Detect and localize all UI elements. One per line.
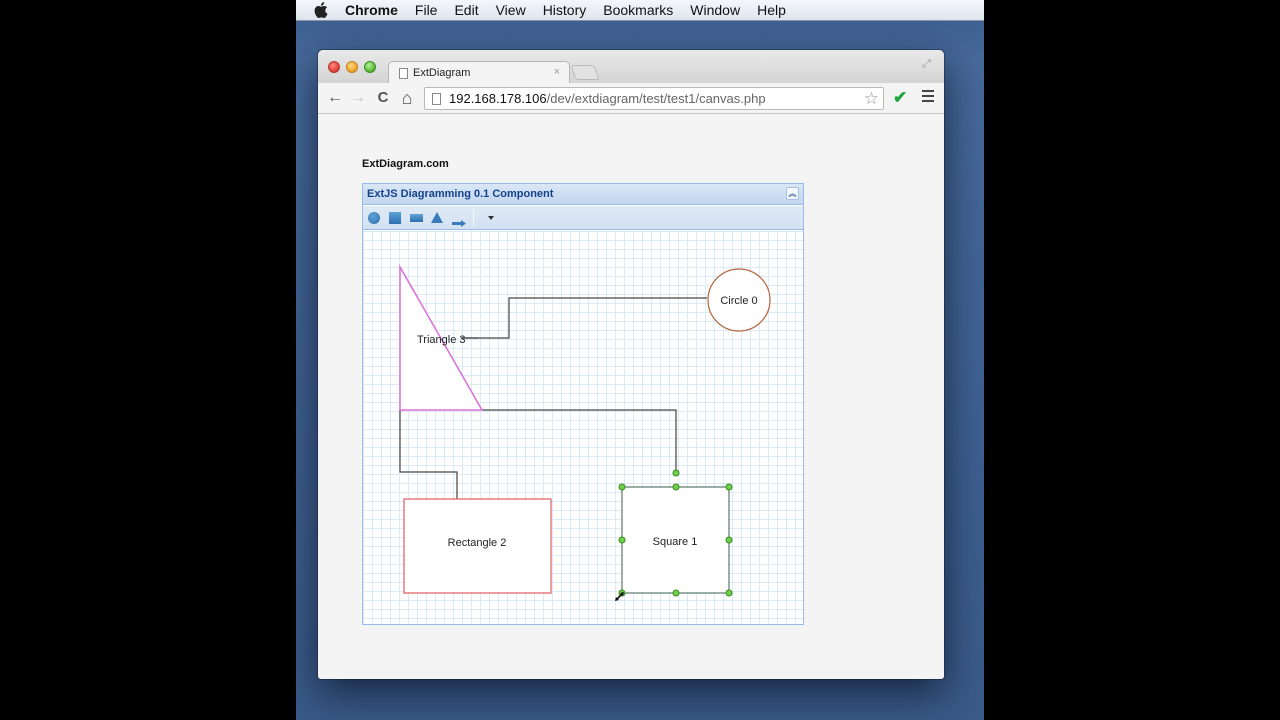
site-title: ExtDiagram.com <box>362 158 449 170</box>
page-viewport: ExtDiagram.com ExtJS Diagramming 0.1 Com… <box>318 115 944 679</box>
arrow-tool-icon[interactable] <box>452 214 466 227</box>
desktop: Chrome File Edit View History Bookmarks … <box>296 0 984 720</box>
triangle-tool-icon[interactable] <box>431 212 443 223</box>
url-host: 192.168.178.106 <box>449 91 547 106</box>
resize-handle-ne[interactable] <box>725 483 733 491</box>
resize-handle-e[interactable] <box>725 536 733 544</box>
rectangle-tool-icon[interactable] <box>410 214 423 222</box>
browser-window: ExtDiagram × ⤢ ← → C ⌂ 192.168.178.106/d… <box>318 50 944 679</box>
resize-handle-nw[interactable] <box>618 483 626 491</box>
resize-handle-se[interactable] <box>725 589 733 597</box>
menu-view[interactable]: View <box>496 2 526 18</box>
arrow-left-icon[interactable]: ← <box>326 89 344 107</box>
diagram-canvas[interactable]: Circle 0 Triangle 3 Rectangle 2 Square 1 <box>363 231 803 624</box>
arrow-right-icon[interactable]: → <box>349 89 367 107</box>
collapse-icon[interactable]: ︽ <box>786 187 799 200</box>
connection-handle[interactable] <box>672 469 680 477</box>
hamburger-menu-icon[interactable] <box>922 90 934 102</box>
address-bar[interactable]: 192.168.178.106/dev/extdiagram/test/test… <box>424 87 884 110</box>
tab-extdiagram[interactable]: ExtDiagram × <box>388 61 570 84</box>
shape-square-1[interactable]: Square 1 <box>621 486 730 594</box>
close-icon[interactable]: × <box>554 66 560 78</box>
diagram-panel: ExtJS Diagramming 0.1 Component ︽ Circle… <box>362 183 804 625</box>
connector-triangle-rectangle[interactable] <box>399 410 458 499</box>
square-tool-icon[interactable] <box>389 212 401 224</box>
shape-rectangle-2[interactable]: Rectangle 2 <box>403 498 552 594</box>
connector-triangle-circle[interactable] <box>461 297 707 339</box>
menu-chrome[interactable]: Chrome <box>345 2 398 18</box>
tab-title: ExtDiagram <box>413 67 471 79</box>
browser-toolbar: ← → C ⌂ 192.168.178.106/dev/extdiagram/t… <box>318 83 944 114</box>
shape-toolbar <box>363 206 803 230</box>
resize-handle-w[interactable] <box>618 536 626 544</box>
menu-history[interactable]: History <box>543 2 587 18</box>
panel-title: ExtJS Diagramming 0.1 Component <box>367 188 554 200</box>
resize-handle-s[interactable] <box>672 589 680 597</box>
fullscreen-icon[interactable]: ⤢ <box>922 58 936 72</box>
dropdown-caret-icon[interactable] <box>488 216 494 220</box>
page-icon <box>399 67 408 79</box>
star-icon[interactable]: ☆ <box>864 89 879 109</box>
panel-header: ExtJS Diagramming 0.1 Component ︽ <box>363 184 803 205</box>
menu-window[interactable]: Window <box>690 2 740 18</box>
shape-label: Circle 0 <box>720 295 757 307</box>
window-close-button[interactable] <box>328 61 340 73</box>
reload-icon[interactable]: C <box>374 89 392 107</box>
resize-handle-n[interactable] <box>672 483 680 491</box>
menu-file[interactable]: File <box>415 2 438 18</box>
shape-label: Square 1 <box>653 536 698 548</box>
apple-logo-icon[interactable] <box>314 2 328 18</box>
new-tab-button[interactable] <box>570 65 600 80</box>
menu-help[interactable]: Help <box>757 2 786 18</box>
window-minimize-button[interactable] <box>346 61 358 73</box>
url-path: /dev/extdiagram/test/test1/canvas.php <box>546 91 766 106</box>
menu-bookmarks[interactable]: Bookmarks <box>603 2 673 18</box>
shape-label: Triangle 3 <box>417 334 466 346</box>
checkmark-extension-icon[interactable]: ✔ <box>893 88 907 108</box>
shape-label: Rectangle 2 <box>448 537 507 549</box>
toolbar-separator <box>473 209 474 226</box>
browser-titlebar: ExtDiagram × ⤢ <box>318 50 944 84</box>
mac-menubar: Chrome File Edit View History Bookmarks … <box>296 0 984 21</box>
connector-triangle-square[interactable] <box>482 409 677 473</box>
home-icon[interactable]: ⌂ <box>398 89 416 107</box>
circle-tool-icon[interactable] <box>368 212 380 224</box>
page-icon <box>432 92 441 105</box>
window-zoom-button[interactable] <box>364 61 376 73</box>
shape-circle-0[interactable]: Circle 0 <box>707 268 771 332</box>
menu-edit[interactable]: Edit <box>454 2 478 18</box>
